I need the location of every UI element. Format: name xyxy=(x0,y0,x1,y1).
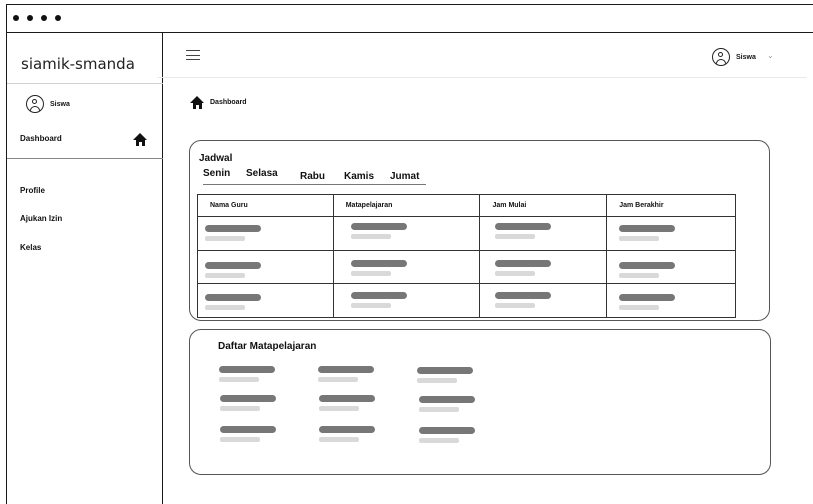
column-header: Nama Guru xyxy=(197,194,334,217)
column-header: Jam Berakhir xyxy=(606,194,736,217)
sidebar-item-ajukan-izin[interactable]: Ajukan Izin xyxy=(20,214,62,223)
column-header: Matapelajaran xyxy=(332,194,481,217)
table-cell xyxy=(479,249,608,284)
tabs-underline xyxy=(203,184,426,185)
window-dot xyxy=(55,15,61,21)
table-cell xyxy=(332,216,481,251)
table-row xyxy=(197,249,736,284)
table-header-row: Nama Guru Matapelajaran Jam Mulai Jam Be… xyxy=(197,194,736,217)
tab-kamis[interactable]: Kamis xyxy=(344,171,374,182)
table-cell xyxy=(197,283,334,318)
app-brand[interactable]: siamik-smanda xyxy=(21,55,135,73)
table-cell xyxy=(606,283,736,318)
table-row xyxy=(197,216,736,251)
window-dot xyxy=(41,15,47,21)
tab-jumat[interactable]: Jumat xyxy=(390,171,419,182)
header-user-label[interactable]: Siswa xyxy=(736,54,756,61)
table-cell xyxy=(479,216,608,251)
table-cell xyxy=(197,249,334,284)
home-icon[interactable] xyxy=(133,133,147,146)
column-header: Jam Mulai xyxy=(479,194,608,217)
window-dot xyxy=(13,15,19,21)
table-cell xyxy=(479,283,608,318)
tab-rabu[interactable]: Rabu xyxy=(300,171,325,182)
top-bar: Siswa ⌄ xyxy=(157,28,807,78)
table-row xyxy=(197,283,736,318)
schedule-title: Jadwal xyxy=(199,153,233,164)
subjects-title: Daftar Matapelajaran xyxy=(218,341,317,352)
sidebar-item-profile[interactable]: Profile xyxy=(20,186,45,195)
chevron-down-icon[interactable]: ⌄ xyxy=(767,51,774,60)
home-icon[interactable] xyxy=(190,96,204,109)
window-dot xyxy=(27,15,33,21)
sidebar-user-label: Siswa xyxy=(50,101,70,108)
sidebar-item-dashboard[interactable]: Dashboard xyxy=(20,134,62,143)
divider xyxy=(7,83,163,84)
menu-icon[interactable] xyxy=(186,50,200,61)
sidebar: siamik-smanda Siswa Dashboard Profile Aj… xyxy=(7,33,163,504)
table-cell xyxy=(197,216,334,251)
tab-selasa[interactable]: Selasa xyxy=(246,168,278,179)
tab-senin[interactable]: Senin xyxy=(203,168,230,179)
sidebar-item-kelas[interactable]: Kelas xyxy=(20,243,41,252)
breadcrumb: Dashboard xyxy=(210,99,247,106)
user-avatar-icon xyxy=(26,95,44,113)
table-cell xyxy=(332,249,481,284)
table-cell xyxy=(332,283,481,318)
table-cell xyxy=(606,216,736,251)
divider xyxy=(7,158,163,159)
table-cell xyxy=(606,249,736,284)
schedule-table: Nama Guru Matapelajaran Jam Mulai Jam Be… xyxy=(197,194,736,318)
user-avatar-icon[interactable] xyxy=(712,48,730,66)
